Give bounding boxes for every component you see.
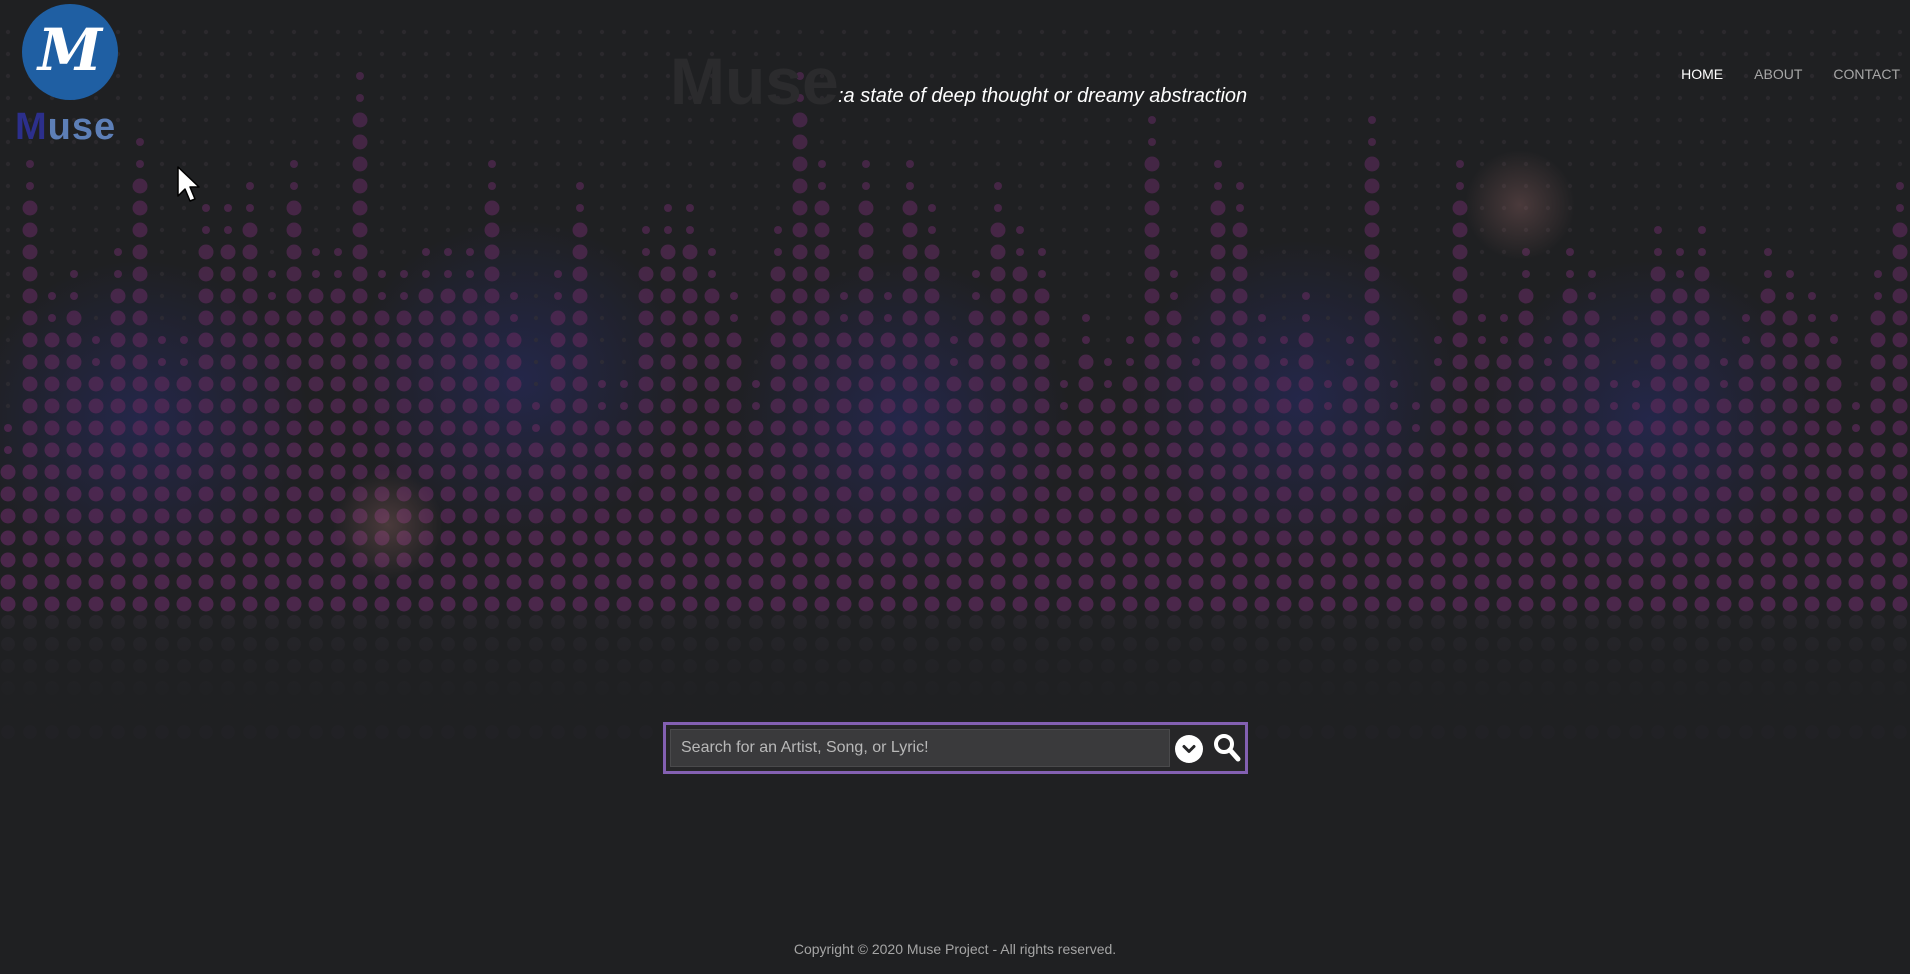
- logo-wordmark: Muse: [15, 108, 116, 146]
- search-icon[interactable]: [1212, 731, 1242, 765]
- logo-monogram: M: [37, 16, 103, 84]
- logo-circle-icon: M: [22, 4, 118, 100]
- chevron-down-circle-icon[interactable]: [1175, 735, 1203, 763]
- search-bar: [663, 722, 1248, 774]
- logo-word-rest: use: [47, 106, 117, 148]
- nav-contact[interactable]: CONTACT: [1833, 65, 1900, 83]
- nav-home[interactable]: HOME: [1681, 65, 1723, 83]
- ghost-title: Muse: [670, 44, 839, 118]
- search-input[interactable]: [670, 729, 1170, 767]
- nav-about[interactable]: ABOUT: [1754, 65, 1802, 83]
- top-nav: HOME ABOUT CONTACT: [1650, 65, 1900, 83]
- footer-copyright: Copyright © 2020 Muse Project - All righ…: [793, 941, 1117, 957]
- muse-logo[interactable]: M Muse: [14, 4, 126, 146]
- logo-word-first: M: [15, 106, 48, 148]
- tagline: :a state of deep thought or dreamy abstr…: [838, 85, 1248, 107]
- mouse-cursor-icon: [177, 166, 200, 202]
